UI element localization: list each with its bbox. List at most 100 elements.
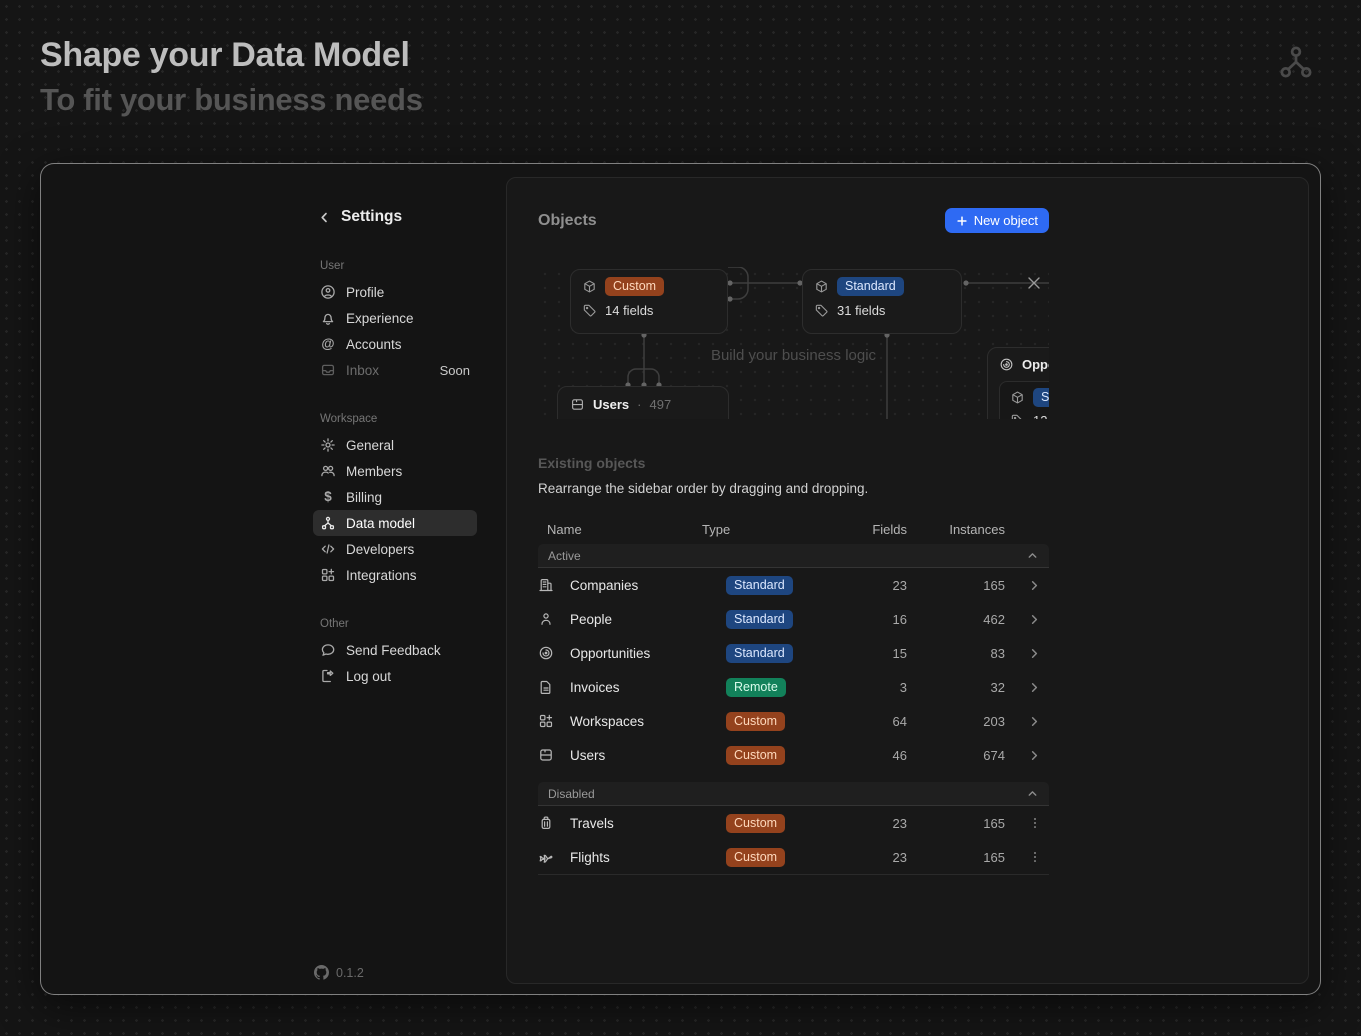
section-label-workspace: Workspace bbox=[313, 413, 477, 425]
table-row-invoices[interactable]: Invoices Remote 3 32 bbox=[538, 670, 1049, 704]
table-row-workspaces[interactable]: Workspaces Custom 64 203 bbox=[538, 704, 1049, 738]
col-name: Name bbox=[538, 522, 726, 537]
vault-icon bbox=[570, 397, 585, 412]
target-icon bbox=[999, 357, 1014, 372]
group-header-disabled[interactable]: Disabled bbox=[538, 782, 1049, 806]
sidebar-item-log-out[interactable]: Log out bbox=[313, 663, 477, 689]
object-name: Companies bbox=[570, 578, 726, 593]
instances-count: 462 bbox=[907, 612, 1005, 627]
sidebar-item-inbox: Inbox Soon bbox=[313, 357, 477, 383]
github-icon bbox=[314, 965, 329, 980]
sidebar-item-send-feedback[interactable]: Send Feedback bbox=[313, 637, 477, 663]
group-header-active[interactable]: Active bbox=[538, 544, 1049, 568]
settings-title: Settings bbox=[341, 208, 402, 226]
chevron-left-icon bbox=[317, 210, 332, 225]
opportunities-inner-card: Standard 12 fields bbox=[999, 381, 1049, 419]
type-badge: Custom bbox=[726, 746, 785, 765]
fields-count: 23 bbox=[862, 850, 907, 865]
table-row-opportunities[interactable]: Opportunities Standard 15 83 bbox=[538, 636, 1049, 670]
kebab-menu-icon[interactable] bbox=[1005, 850, 1049, 864]
objects-panel: Objects New object bbox=[506, 177, 1309, 984]
settings-back[interactable]: Settings bbox=[313, 208, 477, 226]
type-badge: Standard bbox=[1033, 388, 1049, 407]
sidebar-item-profile[interactable]: Profile bbox=[313, 279, 477, 305]
object-name: Users bbox=[593, 397, 629, 412]
chevron-right-icon[interactable] bbox=[1005, 646, 1049, 661]
chat-bubble-icon bbox=[320, 642, 336, 658]
sidebar-item-data-model[interactable]: Data model bbox=[313, 510, 477, 536]
chevron-right-icon[interactable] bbox=[1005, 680, 1049, 695]
canvas-card-opportunities[interactable]: Opportunities Standard 12 fields bbox=[987, 347, 1049, 419]
canvas-card-custom[interactable]: Custom 14 fields bbox=[570, 269, 728, 334]
record-count: 497 bbox=[649, 397, 671, 412]
gear-icon bbox=[320, 437, 336, 453]
sidebar-item-integrations[interactable]: Integrations bbox=[313, 562, 477, 588]
fields-count: 15 bbox=[862, 646, 907, 661]
page-subtitle: To fit your business needs bbox=[40, 80, 423, 120]
table-row-travels[interactable]: Travels Custom 23 165 bbox=[538, 806, 1049, 840]
page-header: Shape your Data Model To fit your busine… bbox=[40, 34, 423, 120]
table-row-companies[interactable]: Companies Standard 23 165 bbox=[538, 568, 1049, 602]
section-label-user: User bbox=[313, 260, 477, 272]
chevron-right-icon[interactable] bbox=[1005, 578, 1049, 593]
fields-count: 46 bbox=[862, 748, 907, 763]
object-name: Invoices bbox=[570, 680, 726, 695]
fields-count: 14 fields bbox=[605, 303, 653, 318]
type-badge: Standard bbox=[726, 576, 793, 595]
vault-icon bbox=[538, 747, 570, 763]
kebab-menu-icon[interactable] bbox=[1005, 816, 1049, 830]
sidebar-item-experience[interactable]: Experience bbox=[313, 305, 477, 331]
tag-icon bbox=[582, 303, 597, 318]
fields-count: 16 bbox=[862, 612, 907, 627]
app-version[interactable]: 0.1.2 bbox=[314, 965, 364, 980]
object-name: Users bbox=[570, 748, 726, 763]
type-badge: Custom bbox=[726, 814, 785, 833]
canvas-card-standard[interactable]: Standard 31 fields bbox=[802, 269, 962, 334]
canvas-card-users[interactable]: Users · 497 bbox=[557, 386, 729, 419]
sidebar-item-members[interactable]: Members bbox=[313, 458, 477, 484]
fields-count: 31 fields bbox=[837, 303, 885, 318]
section-label-other: Other bbox=[313, 618, 477, 630]
user-circle-icon bbox=[320, 284, 336, 300]
canvas-hint: Build your business logic bbox=[538, 347, 1049, 364]
objects-table: Name Type Fields Instances Active bbox=[538, 518, 1049, 875]
fields-count: 23 bbox=[862, 578, 907, 593]
table-row-flights[interactable]: Flights Custom 23 165 bbox=[538, 840, 1049, 874]
type-badge: Standard bbox=[837, 277, 904, 296]
type-badge: Custom bbox=[726, 712, 785, 731]
dollar-icon: $ bbox=[320, 489, 336, 505]
person-icon bbox=[538, 611, 570, 627]
bell-icon bbox=[320, 310, 336, 326]
page-title: Shape your Data Model bbox=[40, 34, 423, 76]
instances-count: 32 bbox=[907, 680, 1005, 695]
sidebar-item-general[interactable]: General bbox=[313, 432, 477, 458]
table-row-people[interactable]: People Standard 16 462 bbox=[538, 602, 1049, 636]
existing-objects-heading: Existing objects bbox=[538, 455, 1049, 471]
luggage-icon bbox=[538, 815, 570, 831]
existing-objects-description: Rearrange the sidebar order by dragging … bbox=[538, 481, 1049, 496]
type-badge: Standard bbox=[726, 644, 793, 663]
table-row-users[interactable]: Users Custom 46 674 bbox=[538, 738, 1049, 772]
sidebar-item-billing[interactable]: $ Billing bbox=[313, 484, 477, 510]
plus-icon bbox=[956, 215, 968, 227]
cube-icon bbox=[1010, 390, 1025, 405]
log-out-icon bbox=[320, 668, 336, 684]
object-name: Flights bbox=[570, 850, 726, 865]
chevron-up-icon[interactable] bbox=[1026, 549, 1039, 562]
chevron-right-icon[interactable] bbox=[1005, 612, 1049, 627]
chevron-up-icon[interactable] bbox=[1026, 787, 1039, 800]
cube-icon bbox=[582, 279, 597, 294]
new-object-button[interactable]: New object bbox=[945, 208, 1049, 233]
plane-icon bbox=[538, 849, 570, 865]
instances-count: 165 bbox=[907, 850, 1005, 865]
chevron-right-icon[interactable] bbox=[1005, 748, 1049, 763]
sidebar-item-accounts[interactable]: @ Accounts bbox=[313, 331, 477, 357]
building-icon bbox=[538, 577, 570, 593]
target-icon bbox=[538, 645, 570, 661]
instances-count: 165 bbox=[907, 578, 1005, 593]
data-model-canvas[interactable]: Custom 14 fields Standard bbox=[538, 267, 1049, 419]
chevron-right-icon[interactable] bbox=[1005, 714, 1049, 729]
col-type: Type bbox=[702, 522, 838, 537]
inbox-icon bbox=[320, 362, 336, 378]
sidebar-item-developers[interactable]: Developers bbox=[313, 536, 477, 562]
